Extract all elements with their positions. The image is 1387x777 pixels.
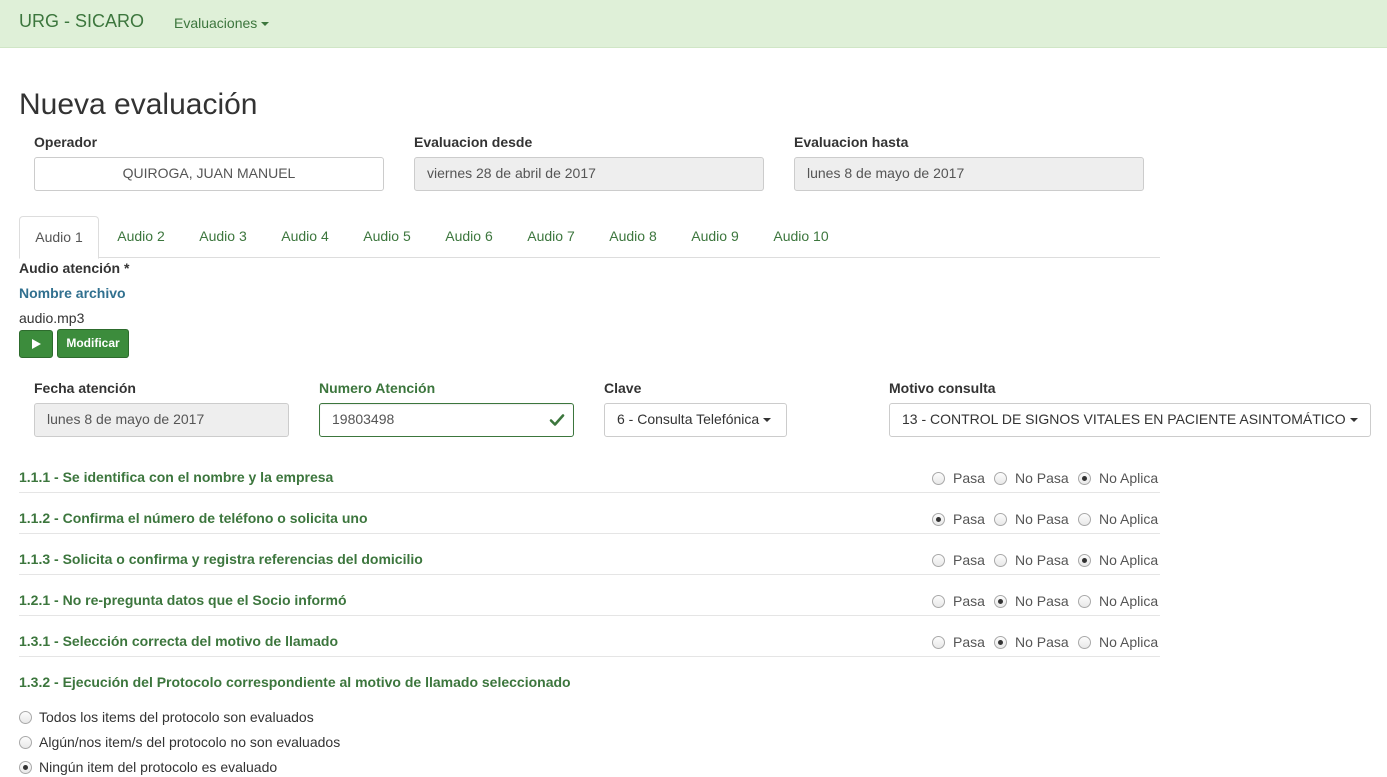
radio-no-pasa[interactable] [994, 636, 1007, 649]
radio-no-pasa[interactable] [994, 472, 1007, 485]
page-title: Nueva evaluación [19, 88, 258, 121]
fecha-atencion-field: lunes 8 de mayo de 2017 [34, 403, 289, 437]
protocol-option-radio[interactable] [19, 711, 32, 724]
radio-no-pasa-label: No Pasa [1015, 634, 1069, 650]
play-button[interactable] [19, 330, 53, 358]
radio-pasa[interactable] [932, 595, 945, 608]
tab-audio-8[interactable]: Audio 8 [596, 216, 670, 258]
radio-no-pasa-label: No Pasa [1015, 552, 1069, 568]
radio-no-aplica-label: No Aplica [1099, 593, 1159, 609]
radio-pasa-label: Pasa [953, 634, 985, 650]
radio-pasa[interactable] [932, 472, 945, 485]
radio-pasa-label: Pasa [953, 470, 985, 486]
protocol-option-radio[interactable] [19, 761, 32, 774]
evaluaciones-menu[interactable]: Evaluaciones [174, 15, 270, 31]
tab-audio-4[interactable]: Audio 4 [268, 216, 342, 258]
numero-atencion-input[interactable]: 19803498 [319, 403, 574, 437]
protocol-option-radio[interactable] [19, 736, 32, 749]
brand-logo[interactable]: URG - SICARO [19, 11, 144, 32]
protocol-question-label: 1.3.2 - Ejecución del Protocolo correspo… [19, 674, 571, 690]
radio-pasa[interactable] [932, 554, 945, 567]
audio-tabs: Audio 1 Audio 2 Audio 3 Audio 4 Audio 5 … [19, 216, 1160, 259]
operador-label: Operador [34, 134, 98, 150]
navbar: URG - SICARO Evaluaciones [0, 0, 1387, 48]
question-label: 1.3.1 - Selección correcta del motivo de… [19, 633, 339, 649]
divider [19, 492, 1160, 493]
question-label: 1.2.1 - No re-pregunta datos que el Soci… [19, 592, 347, 608]
radio-no-aplica-label: No Aplica [1099, 634, 1159, 650]
radio-no-pasa-label: No Pasa [1015, 593, 1069, 609]
question-label: 1.1.1 - Se identifica con el nombre y la… [19, 469, 334, 485]
operador-field[interactable]: QUIROGA, JUAN MANUEL [34, 157, 384, 191]
tab-audio-7[interactable]: Audio 7 [514, 216, 588, 258]
modificar-button[interactable]: Modificar [57, 329, 129, 358]
evaluacion-hasta-label: Evaluacion hasta [794, 134, 909, 150]
audio-atencion-label: Audio atención * [19, 260, 130, 276]
divider [19, 656, 1160, 657]
motivo-consulta-label: Motivo consulta [889, 380, 996, 396]
radio-no-aplica[interactable] [1078, 472, 1091, 485]
radio-pasa[interactable] [932, 636, 945, 649]
protocol-option-label: Todos los items del protocolo son evalua… [39, 709, 314, 725]
tab-audio-5[interactable]: Audio 5 [350, 216, 424, 258]
radio-no-aplica[interactable] [1078, 554, 1091, 567]
divider [19, 574, 1160, 575]
radio-no-pasa-label: No Pasa [1015, 511, 1069, 527]
radio-no-aplica[interactable] [1078, 595, 1091, 608]
nombre-archivo-header: Nombre archivo [19, 285, 126, 301]
tab-audio-9[interactable]: Audio 9 [678, 216, 752, 258]
motivo-consulta-select[interactable]: 13 - CONTROL DE SIGNOS VITALES EN PACIEN… [889, 403, 1371, 437]
tab-audio-2[interactable]: Audio 2 [104, 216, 178, 258]
motivo-consulta-value: 13 - CONTROL DE SIGNOS VITALES EN PACIEN… [902, 411, 1346, 427]
divider [19, 533, 1160, 534]
numero-atencion-label: Numero Atención [319, 380, 436, 396]
evaluaciones-menu-label: Evaluaciones [174, 15, 258, 31]
radio-pasa-label: Pasa [953, 511, 985, 527]
clave-select[interactable]: 6 - Consulta Telefónica [604, 403, 787, 437]
protocol-option-label: Ningún item del protocolo es evaluado [39, 759, 278, 775]
chevron-down-icon [763, 418, 772, 423]
radio-no-pasa[interactable] [994, 513, 1007, 526]
divider [19, 615, 1160, 616]
numero-atencion-value: 19803498 [332, 411, 395, 427]
check-icon [549, 414, 565, 426]
question-label: 1.1.3 - Solicita o confirma y registra r… [19, 551, 423, 567]
play-icon [32, 339, 41, 349]
tab-audio-10[interactable]: Audio 10 [760, 216, 842, 258]
evaluacion-desde-label: Evaluacion desde [414, 134, 533, 150]
radio-pasa-label: Pasa [953, 593, 985, 609]
radio-no-pasa[interactable] [994, 554, 1007, 567]
audio-file-name: audio.mp3 [19, 310, 85, 326]
radio-no-aplica-label: No Aplica [1099, 511, 1159, 527]
tab-audio-6[interactable]: Audio 6 [432, 216, 506, 258]
evaluacion-hasta-field: lunes 8 de mayo de 2017 [794, 157, 1144, 191]
chevron-down-icon [261, 22, 270, 27]
clave-label: Clave [604, 380, 642, 396]
fecha-atencion-label: Fecha atención [34, 380, 136, 396]
radio-pasa-label: Pasa [953, 552, 985, 568]
protocol-option-label: Algún/nos item/s del protocolo no son ev… [39, 734, 341, 750]
evaluacion-desde-field: viernes 28 de abril de 2017 [414, 157, 764, 191]
clave-select-value: 6 - Consulta Telefónica [617, 411, 760, 427]
radio-no-aplica[interactable] [1078, 636, 1091, 649]
radio-no-pasa[interactable] [994, 595, 1007, 608]
chevron-down-icon [1349, 418, 1358, 423]
radio-pasa[interactable] [932, 513, 945, 526]
question-label: 1.1.2 - Confirma el número de teléfono o… [19, 510, 368, 526]
tab-audio-1[interactable]: Audio 1 [19, 216, 99, 259]
tab-audio-3[interactable]: Audio 3 [186, 216, 260, 258]
radio-no-aplica[interactable] [1078, 513, 1091, 526]
radio-no-aplica-label: No Aplica [1099, 552, 1159, 568]
radio-no-pasa-label: No Pasa [1015, 470, 1069, 486]
radio-no-aplica-label: No Aplica [1099, 470, 1159, 486]
